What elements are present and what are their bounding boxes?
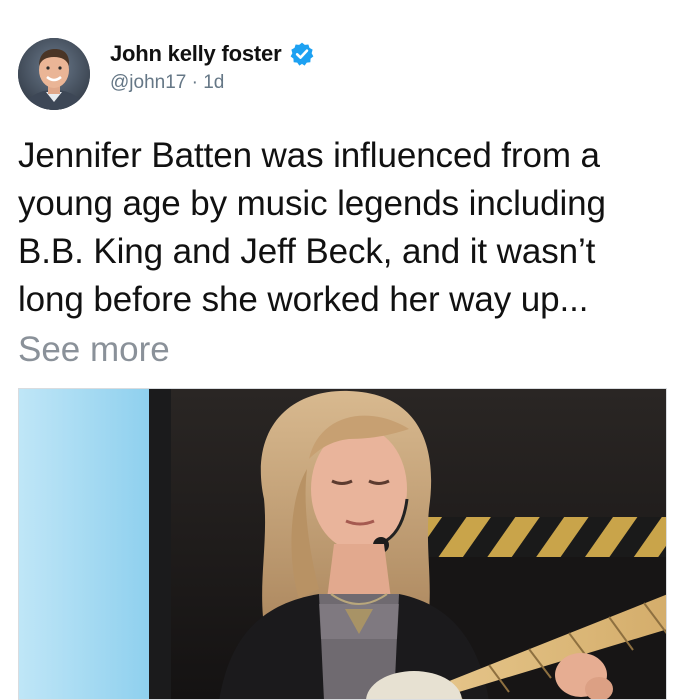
- name-row: John kelly foster: [110, 40, 315, 68]
- author-meta: @john17 · 1d: [110, 72, 315, 94]
- avatar[interactable]: [18, 38, 90, 110]
- see-more-link[interactable]: See more: [18, 326, 170, 374]
- profile-photo-icon: [18, 38, 90, 110]
- tweet-text-line: long before she worked her way up...: [18, 280, 589, 319]
- author-info: John kelly foster @john17 · 1d: [110, 40, 315, 94]
- tweet-text-line: young age by music legends including: [18, 184, 606, 223]
- verified-badge-icon: [289, 41, 315, 67]
- tweet-card: John kelly foster @john17 · 1d Jennifer …: [0, 0, 700, 700]
- tweet-media-photo[interactable]: [18, 388, 667, 700]
- tweet-text-line: Jennifer Batten was influenced from a: [18, 136, 600, 175]
- author-handle[interactable]: @john17: [110, 72, 186, 93]
- tweet-text-line: B.B. King and Jeff Beck, and it wasn’t: [18, 232, 596, 271]
- author-display-name[interactable]: John kelly foster: [110, 41, 282, 67]
- guitarist-photo-icon: [19, 389, 666, 699]
- tweet-text: Jennifer Batten was influenced from a yo…: [18, 132, 688, 324]
- tweet-header: John kelly foster @john17 · 1d: [18, 38, 315, 112]
- tweet-timestamp[interactable]: 1d: [203, 72, 224, 93]
- meta-separator: ·: [186, 72, 204, 93]
